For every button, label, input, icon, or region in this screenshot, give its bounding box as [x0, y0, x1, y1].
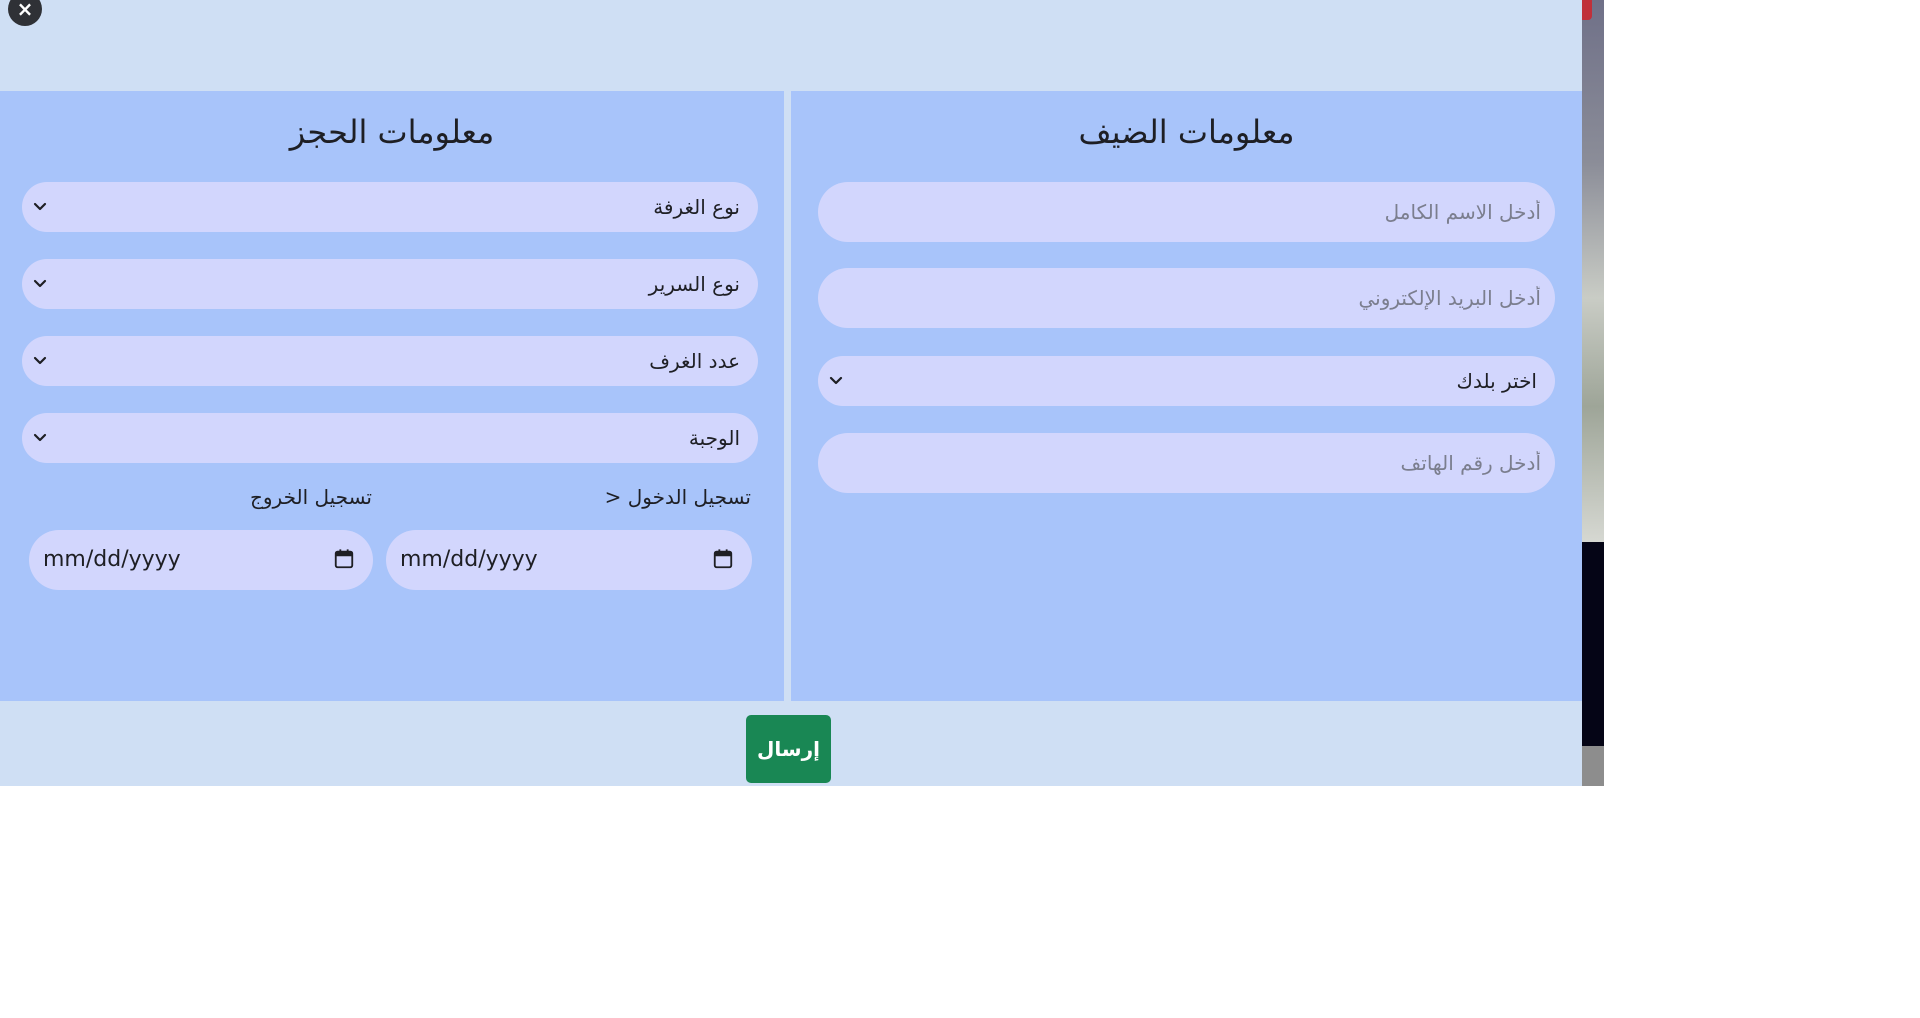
room-type-select-value: نوع الغرفة [653, 195, 740, 219]
room-type-select[interactable]: نوع الغرفة [22, 182, 758, 232]
room-count-select[interactable]: عدد الغرف [22, 336, 758, 386]
chevron-down-icon [33, 202, 47, 211]
background-red-badge [1582, 0, 1592, 20]
submit-button[interactable]: إرسال [746, 715, 831, 783]
full-name-input[interactable] [818, 182, 1555, 242]
booking-modal: × معلومات الحجز نوع الغرفة نوع السرير عد… [0, 0, 1582, 786]
background-photo [1582, 0, 1604, 542]
checkout-label: تسجيل الخروج [249, 485, 372, 509]
calendar-icon[interactable] [333, 548, 355, 570]
background-page [1582, 0, 1604, 786]
close-icon: × [16, 0, 34, 21]
chevron-down-icon [33, 279, 47, 288]
full-name-field[interactable] [818, 182, 1555, 242]
checkin-date-input[interactable]: mm/dd/yyyy [386, 530, 752, 590]
background-dark-section [1582, 542, 1604, 746]
bed-type-select[interactable]: نوع السرير [22, 259, 758, 309]
email-input[interactable] [818, 268, 1555, 328]
meal-select[interactable]: الوجبة [22, 413, 758, 463]
booking-info-panel: معلومات الحجز نوع الغرفة نوع السرير عدد … [0, 91, 784, 701]
chevron-down-icon [829, 376, 843, 385]
page: × معلومات الحجز نوع الغرفة نوع السرير عد… [0, 0, 1920, 1018]
chevron-down-icon [33, 356, 47, 365]
checkout-date-input[interactable]: mm/dd/yyyy [29, 530, 373, 590]
booking-info-title: معلومات الحجز [289, 113, 495, 151]
meal-select-value: الوجبة [688, 426, 740, 450]
phone-field[interactable] [818, 433, 1555, 493]
guest-info-panel: معلومات الضيف اختر بلدك [791, 91, 1582, 701]
phone-input[interactable] [818, 433, 1555, 493]
modal-panels: معلومات الحجز نوع الغرفة نوع السرير عدد … [0, 91, 1582, 701]
chevron-down-icon [33, 433, 47, 442]
email-field[interactable] [818, 268, 1555, 328]
calendar-icon[interactable] [712, 548, 734, 570]
room-count-select-value: عدد الغرف [649, 349, 740, 373]
country-select-value: اختر بلدك [1456, 369, 1537, 393]
bed-type-select-value: نوع السرير [648, 272, 740, 296]
checkin-label: تسجيل الدخول < [604, 485, 751, 509]
background-gray-section [1582, 746, 1604, 786]
guest-info-title: معلومات الضيف [1078, 113, 1295, 151]
close-button[interactable]: × [8, 0, 42, 26]
country-select[interactable]: اختر بلدك [818, 356, 1555, 406]
checkin-date-value: mm/dd/yyyy [400, 547, 538, 572]
checkout-date-value: mm/dd/yyyy [43, 547, 181, 572]
